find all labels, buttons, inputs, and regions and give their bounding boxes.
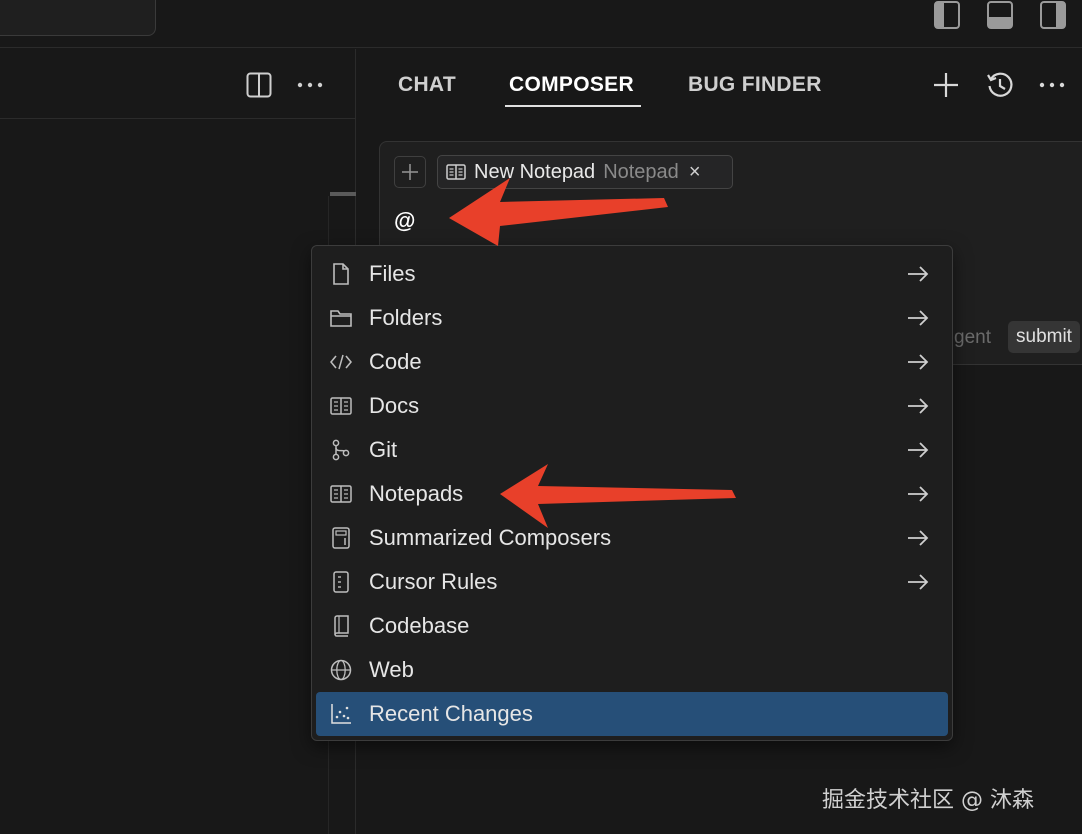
menu-item-label: Docs [369,393,420,418]
split-editor-icon[interactable] [243,69,275,101]
menu-item-summarized-composers[interactable]: Summarized Composers [316,516,948,560]
toggle-secondary-sidebar-icon[interactable] [1038,0,1068,30]
recent-changes-icon [330,703,352,725]
editor-area [0,49,356,834]
file-icon [330,263,352,285]
arrow-right-icon [908,354,929,370]
editor-header [0,49,356,119]
context-chip[interactable]: New Notepad Notepad × [437,155,733,189]
context-chip-kind: Notepad [603,160,679,183]
book-icon [330,395,352,417]
arrow-right-icon [908,530,929,546]
plus-icon [402,164,418,180]
menu-item-label: Recent Changes [369,701,533,726]
mention-menu: Files Folders Code Docs Git Notepads Sum… [311,245,953,741]
menu-item-label: Code [369,349,422,374]
arrow-right-icon [908,266,929,282]
active-tab-indicator [505,105,641,107]
menu-item-label: Web [369,657,414,682]
add-context-button[interactable] [394,156,426,188]
book-icon [446,164,466,180]
menu-item-label: Git [369,437,398,462]
globe-icon [330,659,352,681]
rules-icon [330,571,352,593]
watermark: 掘金技术社区 @ 沐森 [822,788,1034,813]
toggle-panel-icon[interactable] [985,0,1015,30]
menu-item-label: Codebase [369,613,470,638]
arrow-right-icon [908,574,929,590]
new-composer-icon[interactable] [930,69,962,101]
menu-item-codebase[interactable]: Codebase [316,604,948,648]
menu-item-recent-changes[interactable]: Recent Changes [316,692,948,736]
arrow-right-icon [908,310,929,326]
menu-item-label: Summarized Composers [369,525,612,550]
codebase-icon [330,615,352,637]
more-actions-icon[interactable] [294,69,326,101]
tab-composer[interactable]: COMPOSER [509,73,634,97]
composer-input-text[interactable]: @ [394,208,415,234]
tab-bug-finder[interactable]: BUG FINDER [688,73,822,97]
arrow-right-icon [908,442,929,458]
menu-item-cursor-rules[interactable]: Cursor Rules [316,560,948,604]
tab-chat[interactable]: CHAT [398,73,456,97]
notepad-icon [330,483,352,505]
toggle-primary-sidebar-icon[interactable] [932,0,962,30]
menu-item-git[interactable]: Git [316,428,948,472]
scrollbar-thumb[interactable] [330,192,356,196]
app-window: CHAT COMPOSER BUG FINDER New Notepad Not… [0,0,1082,834]
mode-label[interactable]: gent [954,327,991,349]
menu-item-files[interactable]: Files [316,252,948,296]
context-chip-label: New Notepad [474,160,596,183]
menu-item-web[interactable]: Web [316,648,948,692]
arrow-right-icon [908,486,929,502]
arrow-right-icon [908,398,929,414]
menu-item-folders[interactable]: Folders [316,296,948,340]
menu-item-label: Cursor Rules [369,569,498,594]
command-center[interactable] [0,0,156,36]
code-icon [330,351,352,373]
menu-item-notepads[interactable]: Notepads [316,472,948,516]
menu-item-docs[interactable]: Docs [316,384,948,428]
folder-icon [330,307,352,329]
panel-more-actions-icon[interactable] [1036,69,1068,101]
menu-item-label: Folders [369,305,443,330]
close-icon[interactable]: × [689,161,701,184]
title-bar [0,0,1082,48]
menu-item-label: Files [369,261,416,286]
submit-button[interactable]: submit [1008,321,1080,353]
history-icon[interactable] [984,69,1016,101]
git-branch-icon [330,439,352,461]
menu-item-code[interactable]: Code [316,340,948,384]
composer-icon [330,527,352,549]
menu-item-label: Notepads [369,481,464,506]
